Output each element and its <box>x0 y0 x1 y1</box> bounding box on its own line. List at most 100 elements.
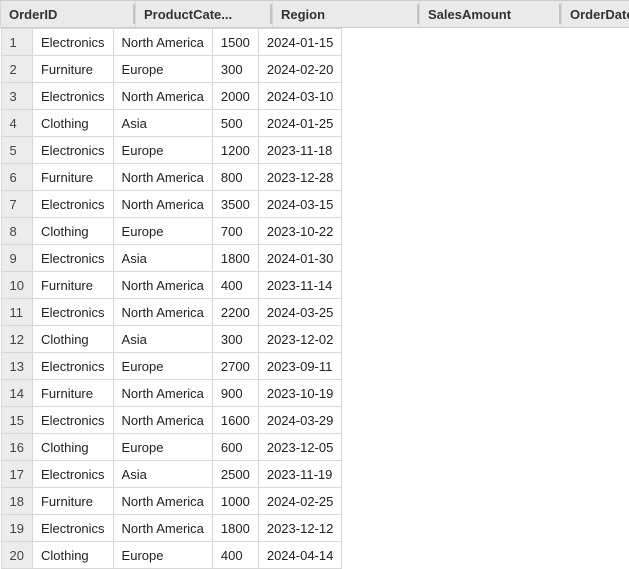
table-row[interactable]: 18FurnitureNorth America10002024-02-25 <box>1 488 342 515</box>
cell-orderdate[interactable]: 2024-01-15 <box>258 29 342 56</box>
cell-productcategory[interactable]: Clothing <box>32 542 113 569</box>
cell-productcategory[interactable]: Clothing <box>32 434 113 461</box>
cell-orderdate[interactable]: 2023-12-12 <box>258 515 342 542</box>
cell-orderid[interactable]: 9 <box>1 245 32 272</box>
cell-productcategory[interactable]: Electronics <box>32 407 113 434</box>
cell-orderid[interactable]: 20 <box>1 542 32 569</box>
cell-productcategory[interactable]: Electronics <box>32 515 113 542</box>
table-row[interactable]: 5ElectronicsEurope12002023-11-18 <box>1 137 342 164</box>
cell-orderid[interactable]: 15 <box>1 407 32 434</box>
table-row[interactable]: 20ClothingEurope4002024-04-14 <box>1 542 342 569</box>
cell-orderid[interactable]: 4 <box>1 110 32 137</box>
cell-orderid[interactable]: 16 <box>1 434 32 461</box>
cell-productcategory[interactable]: Electronics <box>32 29 113 56</box>
cell-salesamount[interactable]: 700 <box>212 218 258 245</box>
cell-orderid[interactable]: 1 <box>1 29 32 56</box>
cell-productcategory[interactable]: Electronics <box>32 83 113 110</box>
cell-productcategory[interactable]: Clothing <box>32 110 113 137</box>
table-row[interactable]: 17ElectronicsAsia25002023-11-19 <box>1 461 342 488</box>
cell-region[interactable]: Europe <box>113 542 212 569</box>
table-row[interactable]: 3ElectronicsNorth America20002024-03-10 <box>1 83 342 110</box>
cell-productcategory[interactable]: Electronics <box>32 137 113 164</box>
cell-region[interactable]: North America <box>113 191 212 218</box>
cell-productcategory[interactable]: Electronics <box>32 353 113 380</box>
cell-orderdate[interactable]: 2024-03-15 <box>258 191 342 218</box>
cell-region[interactable]: Europe <box>113 218 212 245</box>
cell-orderdate[interactable]: 2023-11-18 <box>258 137 342 164</box>
column-header-orderid[interactable]: OrderID <box>1 1 136 28</box>
cell-region[interactable]: North America <box>113 29 212 56</box>
column-header-salesamount[interactable]: SalesAmount <box>420 1 562 28</box>
cell-region[interactable]: Europe <box>113 137 212 164</box>
cell-salesamount[interactable]: 2000 <box>212 83 258 110</box>
table-row[interactable]: 16ClothingEurope6002023-12-05 <box>1 434 342 461</box>
cell-salesamount[interactable]: 300 <box>212 56 258 83</box>
cell-orderdate[interactable]: 2023-10-19 <box>258 380 342 407</box>
cell-productcategory[interactable]: Clothing <box>32 326 113 353</box>
table-row[interactable]: 19ElectronicsNorth America18002023-12-12 <box>1 515 342 542</box>
cell-region[interactable]: Europe <box>113 353 212 380</box>
cell-orderid[interactable]: 5 <box>1 137 32 164</box>
cell-orderdate[interactable]: 2024-03-25 <box>258 299 342 326</box>
table-row[interactable]: 1ElectronicsNorth America15002024-01-15 <box>1 29 342 56</box>
cell-region[interactable]: North America <box>113 164 212 191</box>
cell-salesamount[interactable]: 1000 <box>212 488 258 515</box>
cell-region[interactable]: Asia <box>113 326 212 353</box>
cell-salesamount[interactable]: 1800 <box>212 245 258 272</box>
cell-salesamount[interactable]: 600 <box>212 434 258 461</box>
cell-orderid[interactable]: 7 <box>1 191 32 218</box>
table-row[interactable]: 9ElectronicsAsia18002024-01-30 <box>1 245 342 272</box>
table-row[interactable]: 7ElectronicsNorth America35002024-03-15 <box>1 191 342 218</box>
cell-salesamount[interactable]: 1800 <box>212 515 258 542</box>
table-row[interactable]: 12ClothingAsia3002023-12-02 <box>1 326 342 353</box>
cell-orderdate[interactable]: 2024-02-25 <box>258 488 342 515</box>
cell-region[interactable]: North America <box>113 299 212 326</box>
cell-orderdate[interactable]: 2024-01-25 <box>258 110 342 137</box>
data-table[interactable]: OrderID ProductCate... Region SalesAmoun… <box>0 0 629 569</box>
cell-productcategory[interactable]: Furniture <box>32 272 113 299</box>
cell-region[interactable]: North America <box>113 488 212 515</box>
table-row[interactable]: 8ClothingEurope7002023-10-22 <box>1 218 342 245</box>
cell-orderid[interactable]: 2 <box>1 56 32 83</box>
cell-region[interactable]: North America <box>113 380 212 407</box>
cell-orderid[interactable]: 11 <box>1 299 32 326</box>
cell-productcategory[interactable]: Furniture <box>32 488 113 515</box>
cell-orderdate[interactable]: 2024-03-29 <box>258 407 342 434</box>
table-row[interactable]: 4ClothingAsia5002024-01-25 <box>1 110 342 137</box>
cell-orderid[interactable]: 14 <box>1 380 32 407</box>
cell-productcategory[interactable]: Furniture <box>32 380 113 407</box>
cell-salesamount[interactable]: 2200 <box>212 299 258 326</box>
column-header-orderdate[interactable]: OrderDate <box>562 1 629 28</box>
cell-salesamount[interactable]: 1500 <box>212 29 258 56</box>
table-row[interactable]: 14FurnitureNorth America9002023-10-19 <box>1 380 342 407</box>
cell-salesamount[interactable]: 2700 <box>212 353 258 380</box>
cell-productcategory[interactable]: Electronics <box>32 245 113 272</box>
cell-region[interactable]: Asia <box>113 110 212 137</box>
cell-orderid[interactable]: 8 <box>1 218 32 245</box>
cell-productcategory[interactable]: Electronics <box>32 191 113 218</box>
cell-orderdate[interactable]: 2024-03-10 <box>258 83 342 110</box>
cell-productcategory[interactable]: Furniture <box>32 164 113 191</box>
cell-region[interactable]: Asia <box>113 245 212 272</box>
cell-productcategory[interactable]: Electronics <box>32 461 113 488</box>
cell-orderdate[interactable]: 2023-10-22 <box>258 218 342 245</box>
cell-salesamount[interactable]: 500 <box>212 110 258 137</box>
cell-region[interactable]: Europe <box>113 434 212 461</box>
cell-salesamount[interactable]: 900 <box>212 380 258 407</box>
cell-salesamount[interactable]: 1200 <box>212 137 258 164</box>
cell-productcategory[interactable]: Electronics <box>32 299 113 326</box>
cell-orderdate[interactable]: 2023-11-14 <box>258 272 342 299</box>
cell-orderid[interactable]: 18 <box>1 488 32 515</box>
table-row[interactable]: 13ElectronicsEurope27002023-09-11 <box>1 353 342 380</box>
cell-orderid[interactable]: 3 <box>1 83 32 110</box>
cell-orderdate[interactable]: 2023-11-19 <box>258 461 342 488</box>
cell-region[interactable]: North America <box>113 515 212 542</box>
column-header-productcategory[interactable]: ProductCate... <box>136 1 273 28</box>
cell-orderdate[interactable]: 2023-09-11 <box>258 353 342 380</box>
cell-region[interactable]: Asia <box>113 461 212 488</box>
cell-salesamount[interactable]: 800 <box>212 164 258 191</box>
table-row[interactable]: 15ElectronicsNorth America16002024-03-29 <box>1 407 342 434</box>
cell-orderdate[interactable]: 2024-02-20 <box>258 56 342 83</box>
table-row[interactable]: 2FurnitureEurope3002024-02-20 <box>1 56 342 83</box>
cell-orderdate[interactable]: 2024-04-14 <box>258 542 342 569</box>
